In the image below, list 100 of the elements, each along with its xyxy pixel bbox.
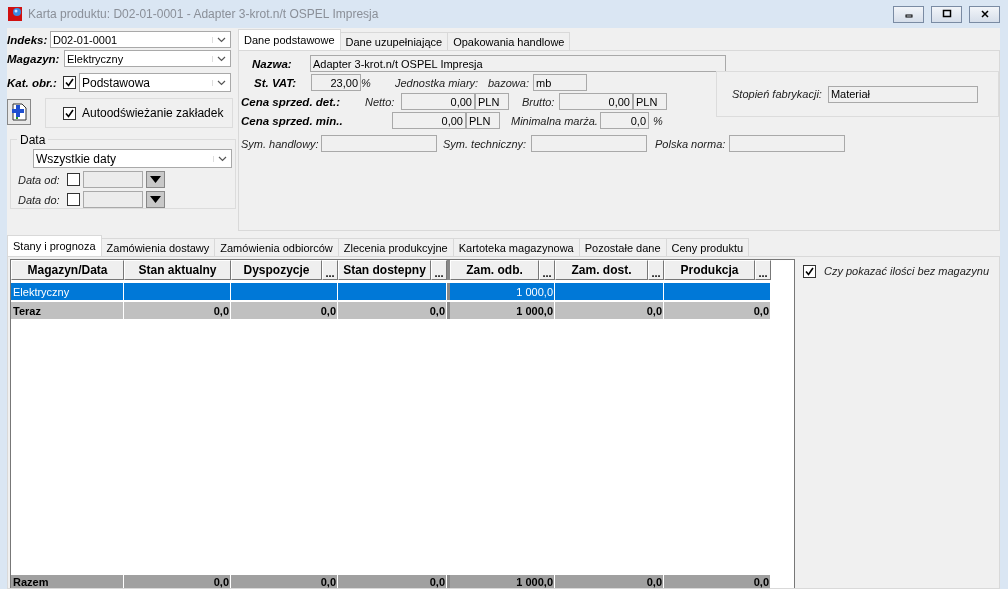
column-header[interactable]: Produkcja [664,260,755,280]
tab[interactable]: Dane podstawowe [238,29,341,50]
more-button[interactable]: ... [322,260,338,280]
checkbox[interactable] [803,264,816,278]
checkbox-label: Autoodświeżanie zakładek [82,106,224,120]
trade-symbol-field[interactable] [321,135,437,152]
table-cell: 0,0 [124,302,231,319]
field-label: Cena sprzed. det.: [241,95,342,108]
column-header[interactable]: Zam. odb. [450,260,539,280]
field-label: Netto: [365,95,396,108]
table-cell: 0,0 [231,302,338,319]
field-label: Data do: [18,193,61,206]
app-icon [7,6,23,22]
table-cell: 0,0 [555,302,664,319]
column-header[interactable]: Zam. dost. [555,260,648,280]
technical-symbol-field[interactable] [531,135,647,152]
field-label: Kat. obr.: [7,76,58,89]
date-range-combo[interactable]: Wszystkie daty [33,149,232,168]
table-cell: 0,0 [555,575,664,588]
more-button[interactable]: ... [755,260,771,280]
checkbox-label: Czy pokazać ilości bez magazynu [824,265,990,277]
table-cell: 1 000,0 [447,302,555,319]
field-label: Sym. techniczny: [442,137,528,150]
vat-field[interactable]: 23,00 [311,74,361,91]
checkbox[interactable] [67,193,80,206]
tab[interactable]: Kartoteka magazynowa [452,238,580,256]
min-price-field[interactable]: 0,00 [392,112,466,129]
maximize-icon [941,9,952,19]
date-field[interactable] [83,191,143,208]
table-cell: 0,0 [338,575,447,588]
table-cell: 1 000,0 [447,575,555,588]
field-label: Polska norma: [654,137,727,150]
field-label: Stopień fabrykacji: [732,88,822,100]
warehouse-combo[interactable]: Elektryczny [64,50,231,67]
field-label: Sym. handlowy: [241,137,320,150]
tab[interactable]: Dane uzupełniające [339,32,449,50]
table-cell: 0,0 [338,302,447,319]
field-label: Cena sprzed. min.. [241,114,344,127]
name-field[interactable]: Adapter 3-krot.n/t OSPEL Impresja [310,55,726,72]
fabrication-field[interactable]: Materiał [827,85,978,103]
new-document-button[interactable] [7,99,31,125]
currency-field[interactable]: PLN [633,93,667,110]
table-cell: 1 000,0 [447,283,555,300]
field-label: Nazwa: [251,57,293,70]
field-label: Magazyn: [7,52,61,65]
chevron-down-icon [212,55,226,62]
table-cell: 0,0 [664,302,771,319]
checkbox[interactable] [63,76,76,89]
field-label: bazowa: [488,76,530,89]
column-header[interactable]: Stan dostepny [338,260,431,280]
field-label: Data od: [18,173,61,186]
more-button[interactable]: ... [539,260,555,280]
standard-field[interactable] [729,135,845,152]
table-cell: Teraz [11,302,124,319]
margin-field[interactable]: 0,0 [600,112,649,129]
column-header[interactable]: Stan aktualny [124,260,231,280]
dropdown-button[interactable] [146,171,165,188]
chevron-down-icon [212,36,226,43]
field-label: Brutto: [521,95,556,108]
checkbox[interactable] [63,106,76,120]
minimize-button[interactable] [893,5,924,23]
index-combo[interactable]: D02-01-0001 [50,31,231,48]
table-cell: 0,0 [664,575,771,588]
tab[interactable]: Zlecenia produkcyjne [337,238,454,256]
more-button[interactable]: ... [431,260,447,280]
table-cell: Razem [11,575,124,588]
maximize-button[interactable] [931,5,962,23]
currency-field[interactable]: PLN [475,93,509,110]
tab[interactable]: Ceny produktu [665,238,750,256]
field-label: Minimalna marża. [510,114,599,127]
table-cell: Elektryczny [11,283,124,300]
gross-price-field[interactable]: 0,00 [559,93,633,110]
checkbox[interactable] [67,173,80,186]
column-header[interactable]: Magazyn/Data [11,260,124,280]
chevron-down-icon [212,79,226,86]
chevron-down-icon [213,155,227,162]
field-label: Jednostka miary: [395,76,480,89]
window-title: Karta produktu: D02-01-0001 - Adapter 3-krot.n/t OSPEL Impresja [28,7,379,21]
dropdown-button[interactable] [146,191,165,208]
table-cell: 0,0 [231,575,338,588]
close-button[interactable] [969,5,1000,23]
close-icon [979,9,990,19]
triangle-down-icon [150,196,161,203]
net-price-field[interactable]: 0,00 [401,93,475,110]
currency-field[interactable]: PLN [466,112,500,129]
category-combo[interactable]: Podstawowa [79,73,231,92]
triangle-down-icon [150,176,161,183]
unit-field[interactable]: mb [533,74,587,91]
field-label: Indeks: [7,33,49,46]
table-cell: 0,0 [124,575,231,588]
tab[interactable]: Opakowania handlowe [447,32,571,50]
group-title: Data [17,133,49,147]
unit-label: % [361,76,372,89]
unit-label: % [652,114,663,127]
tab[interactable]: Zamówienia dostawy [100,238,216,256]
more-button[interactable]: ... [648,260,664,280]
column-header[interactable]: Dyspozycje [231,260,322,280]
tab[interactable]: Stany i prognoza [7,235,102,256]
new-document-icon [10,102,28,122]
date-field[interactable] [83,171,143,188]
